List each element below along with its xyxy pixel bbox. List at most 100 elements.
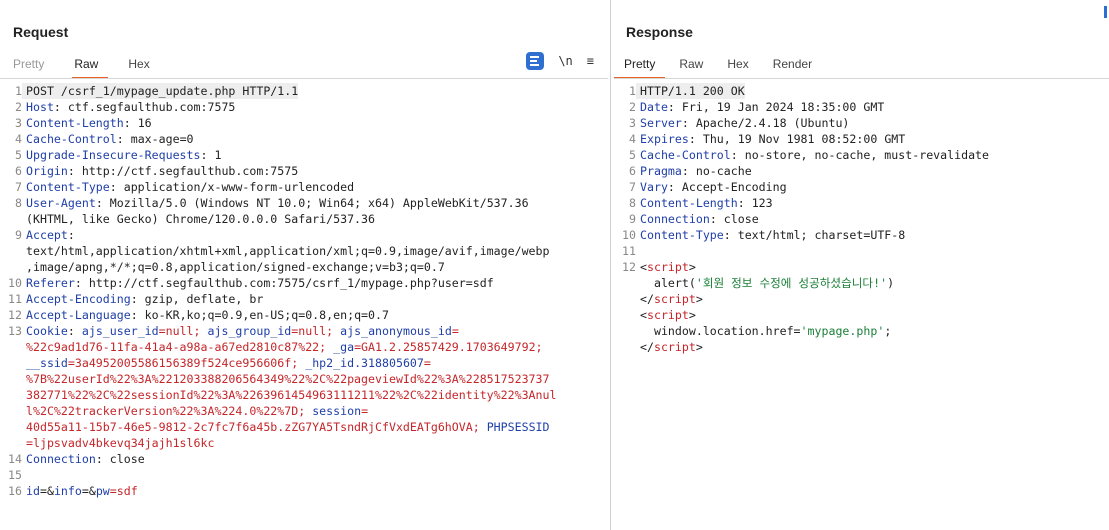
- code-token: Upgrade-Insecure-Requests: [26, 148, 201, 162]
- code-token: 382771%22%2C%22sessionId%22%3A%226396145…: [26, 388, 557, 402]
- line-text: %7B%22userId%22%3A%221203388206564349%22…: [22, 371, 550, 387]
- code-token: =3a4952005586156389f524ce956606f;: [67, 356, 306, 370]
- code-token: Date: [640, 100, 668, 114]
- response-pane: Response Pretty Raw Hex Render 1 HTTP/1.1…: [614, 0, 1109, 530]
- line-number: 9: [15, 228, 22, 242]
- line-number: [0, 211, 22, 227]
- line-number: [614, 307, 636, 323]
- line-number: 2: [15, 100, 22, 114]
- menu-icon[interactable]: ≡: [587, 54, 594, 68]
- request-code-line: 13 Cookie: ajs_user_id=null; ajs_group_id…: [0, 323, 608, 339]
- code-token: Server: [640, 116, 682, 130]
- line-text: POST /csrf_1/mypage_update.php HTTP/1.1: [22, 83, 299, 99]
- code-token: : Accept-Encoding: [667, 180, 787, 194]
- code-token: =GA1.2.25857429.1703649792;: [354, 340, 543, 354]
- code-token: Pragma: [640, 164, 682, 178]
- code-token: Vary: [640, 180, 668, 194]
- line-text: (KHTML, like Gecko) Chrome/120.0.0.0 Saf…: [22, 211, 375, 227]
- code-token: : close: [709, 212, 759, 226]
- line-text: Cache-Control: max-age=0: [22, 131, 194, 147]
- line-text: Origin: http://ctf.segfaulthub.com:7575: [22, 163, 298, 179]
- code-token: Cookie: [26, 324, 68, 338]
- code-token: ajs_anonymous_id: [340, 324, 452, 338]
- request-code-line: 7 Content-Type: application/x-www-form-ur…: [0, 179, 608, 195]
- response-tab-raw[interactable]: Raw: [669, 54, 717, 76]
- response-code-line: 10 Content-Type: text/html; charset=UTF-8: [614, 227, 1109, 243]
- code-token: : no-store, no-cache, must-revalidate: [730, 148, 990, 162]
- code-token: POST /csrf_1/mypage_update.php HTTP/1.1: [26, 84, 299, 98]
- line-number: 12: [8, 308, 22, 322]
- request-tab-raw[interactable]: Raw: [68, 54, 122, 79]
- code-token: >: [688, 308, 696, 322]
- line-number: 9: [629, 212, 636, 226]
- code-token: : 16: [123, 116, 152, 130]
- code-token: %22c9ad1d76-11fa-41a4-a98a-a67ed2810c87%…: [26, 340, 334, 354]
- response-editor[interactable]: 1 HTTP/1.1 200 OK 2 Date: Fri, 19 Jan 2024 …: [614, 83, 1109, 355]
- code-token: =sdf: [109, 484, 138, 498]
- request-pane: Request Pretty Raw Hex \n ≡ 1 POST /csrf_…: [0, 0, 608, 530]
- code-token: ajs_user_id: [81, 324, 159, 338]
- response-title: Response: [626, 24, 693, 40]
- code-token: script: [653, 340, 696, 354]
- line-text: %22c9ad1d76-11fa-41a4-a98a-a67ed2810c87%…: [22, 339, 543, 355]
- code-token: ajs_group_id: [207, 324, 292, 338]
- code-token: >: [695, 292, 703, 306]
- line-number: 8: [629, 196, 636, 210]
- line-number: 2: [629, 100, 636, 114]
- response-tab-pretty[interactable]: Pretty: [614, 54, 669, 79]
- line-text: text/html,application/xhtml+xml,applicat…: [22, 243, 550, 259]
- line-number: 14: [8, 452, 22, 466]
- newline-toggle-button[interactable]: \n: [558, 54, 572, 68]
- line-text: Expires: Thu, 19 Nov 1981 08:52:00 GMT: [636, 131, 905, 147]
- response-tab-hex[interactable]: Hex: [717, 54, 762, 76]
- code-token: session: [312, 404, 362, 418]
- request-editor[interactable]: 1 POST /csrf_1/mypage_update.php HTTP/1.1…: [0, 83, 608, 499]
- line-text: Host: ctf.segfaulthub.com:7575: [22, 99, 235, 115]
- code-token: =: [451, 324, 459, 338]
- request-tab-divider: [0, 78, 608, 79]
- line-text: [636, 243, 640, 259]
- request-tab-hex[interactable]: Hex: [122, 54, 173, 76]
- response-tab-render[interactable]: Render: [763, 54, 826, 76]
- request-title: Request: [13, 24, 69, 40]
- line-number: 10: [622, 228, 636, 242]
- code-token: :: [67, 324, 82, 338]
- line-text: Content-Length: 123: [636, 195, 773, 211]
- code-token: =: [361, 404, 369, 418]
- code-token: : text/html; charset=UTF-8: [723, 228, 906, 242]
- line-text: =ljpsvadv4bkevq34jajh1sl6kc: [22, 435, 214, 451]
- code-token: l%2C%22trackerVersion%22%3A%224.0%22%7D;: [26, 404, 313, 418]
- line-number: [0, 243, 22, 259]
- line-text: Content-Type: text/html; charset=UTF-8: [636, 227, 905, 243]
- code-token: : no-cache: [681, 164, 752, 178]
- code-token: Expires: [640, 132, 689, 146]
- code-token: info: [53, 484, 82, 498]
- line-text: Cookie: ajs_user_id=null; ajs_group_id=n…: [22, 323, 459, 339]
- line-number: [0, 403, 22, 419]
- line-text: Referer: http://ctf.segfaulthub.com:7575…: [22, 275, 494, 291]
- code-token: : application/x-www-form-urlencoded: [109, 180, 355, 194]
- line-number: 4: [15, 132, 22, 146]
- code-token: =&: [39, 484, 54, 498]
- response-code-line: 2 Date: Fri, 19 Jan 2024 18:35:00 GMT: [614, 99, 1109, 115]
- request-code-line: 15: [0, 467, 608, 483]
- line-text: ,image/apng,*/*;q=0.8,application/signed…: [22, 259, 445, 275]
- line-number: 12: [622, 260, 636, 274]
- code-token: script: [646, 308, 689, 322]
- code-token: id: [26, 484, 40, 498]
- line-number: [0, 259, 22, 275]
- response-code-line: 8 Content-Length: 123: [614, 195, 1109, 211]
- line-text: Server: Apache/2.4.18 (Ubuntu): [636, 115, 849, 131]
- code-token: : http://ctf.segfaulthub.com:7575/csrf_1…: [74, 276, 494, 290]
- line-number: [614, 339, 636, 355]
- code-token: : 123: [737, 196, 773, 210]
- request-code-line: 3 Content-Length: 16: [0, 115, 608, 131]
- request-tab-pretty[interactable]: Pretty: [0, 54, 68, 76]
- code-token: <: [640, 308, 647, 322]
- wrap-lines-icon[interactable]: [526, 52, 545, 70]
- request-code-line: %7B%22userId%22%3A%221203388206564349%22…: [0, 371, 608, 387]
- code-token: Cache-Control: [26, 132, 117, 146]
- code-token: HTTP/1.1 200 OK: [640, 84, 745, 98]
- code-token: : Fri, 19 Jan 2024 18:35:00 GMT: [667, 100, 885, 114]
- line-text: id=&info=&pw=sdf: [22, 483, 138, 499]
